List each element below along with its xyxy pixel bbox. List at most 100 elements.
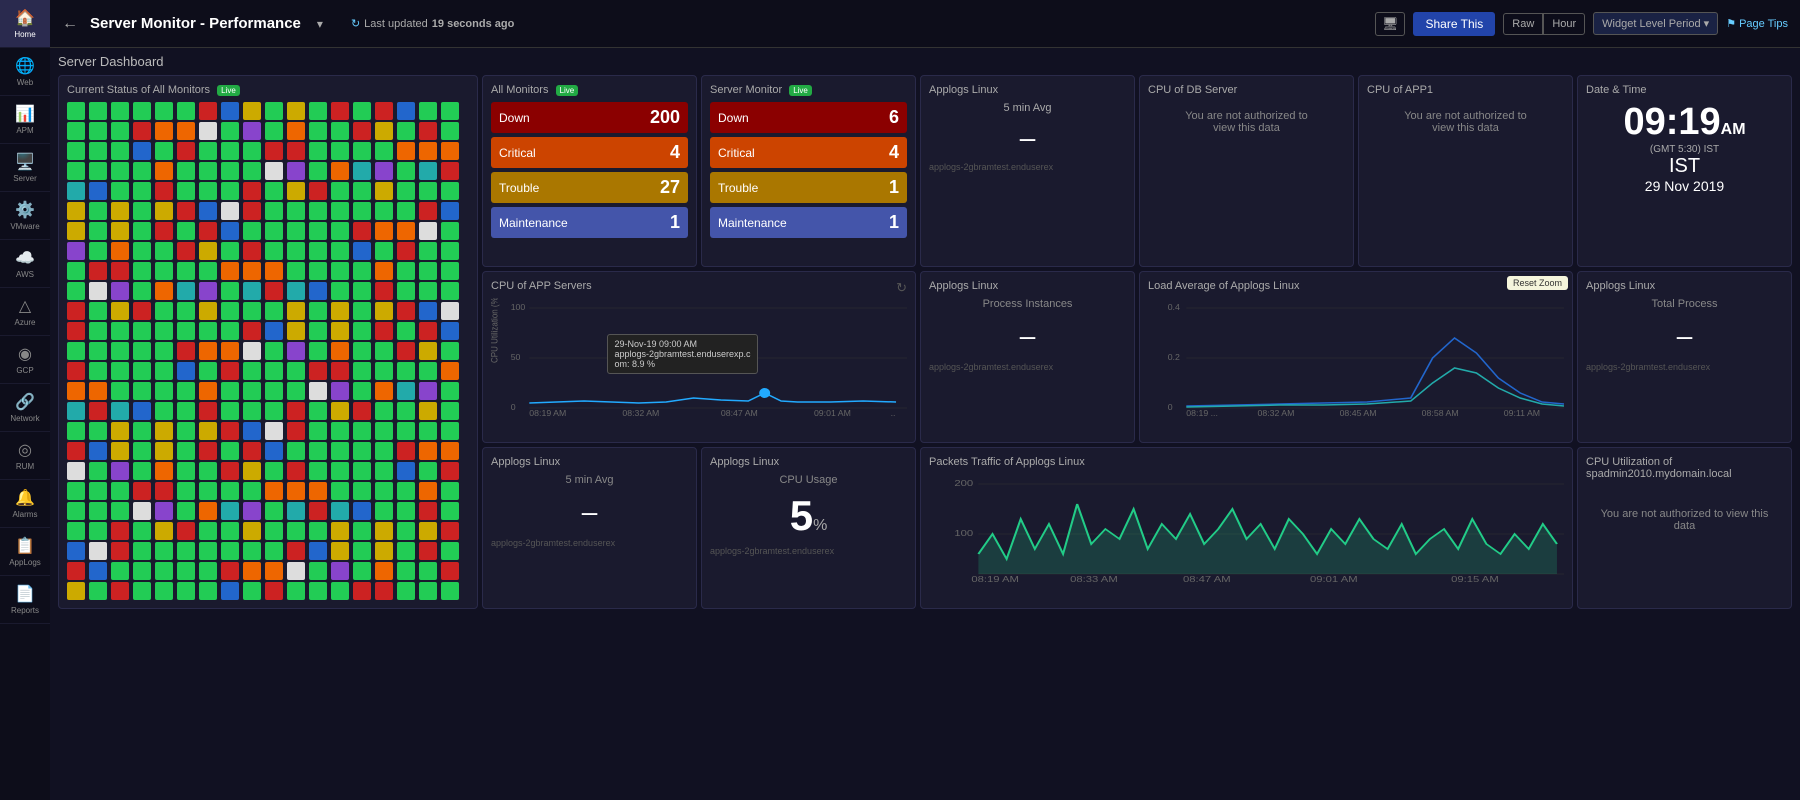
- reset-zoom-button[interactable]: Reset Zoom: [1507, 276, 1568, 290]
- monitor-dot[interactable]: [309, 422, 327, 440]
- monitor-dot[interactable]: [353, 482, 371, 500]
- monitor-dot[interactable]: [375, 342, 393, 360]
- monitor-dot[interactable]: [243, 402, 261, 420]
- monitor-dot[interactable]: [199, 542, 217, 560]
- monitor-dot[interactable]: [243, 362, 261, 380]
- monitor-dot[interactable]: [221, 442, 239, 460]
- monitor-dot[interactable]: [243, 542, 261, 560]
- monitor-dot[interactable]: [441, 422, 459, 440]
- monitor-dot[interactable]: [243, 142, 261, 160]
- monitor-dot[interactable]: [331, 442, 349, 460]
- monitor-dot[interactable]: [397, 522, 415, 540]
- sidebar-item-server[interactable]: 🖥️ Server: [0, 144, 50, 192]
- monitor-dot[interactable]: [243, 242, 261, 260]
- monitor-dot[interactable]: [133, 542, 151, 560]
- monitor-dot[interactable]: [331, 262, 349, 280]
- monitor-dot[interactable]: [309, 582, 327, 600]
- monitor-dot[interactable]: [133, 482, 151, 500]
- sidebar-item-vmware[interactable]: ⚙️ VMware: [0, 192, 50, 240]
- monitor-dot[interactable]: [353, 522, 371, 540]
- monitor-dot[interactable]: [243, 482, 261, 500]
- monitor-dot[interactable]: [133, 562, 151, 580]
- monitor-dot[interactable]: [287, 142, 305, 160]
- monitor-dot[interactable]: [309, 382, 327, 400]
- monitor-dot[interactable]: [375, 482, 393, 500]
- monitor-dot[interactable]: [221, 422, 239, 440]
- monitor-dot[interactable]: [155, 262, 173, 280]
- monitor-dot[interactable]: [111, 142, 129, 160]
- monitor-dot[interactable]: [309, 462, 327, 480]
- monitor-dot[interactable]: [133, 322, 151, 340]
- monitor-dot[interactable]: [331, 162, 349, 180]
- monitor-dot[interactable]: [89, 322, 107, 340]
- monitor-dot[interactable]: [177, 242, 195, 260]
- monitor-dot[interactable]: [441, 482, 459, 500]
- monitor-dot[interactable]: [155, 162, 173, 180]
- monitor-dot[interactable]: [331, 182, 349, 200]
- monitor-dot[interactable]: [155, 462, 173, 480]
- monitor-dot[interactable]: [243, 102, 261, 120]
- monitor-dot[interactable]: [287, 222, 305, 240]
- monitor-dot[interactable]: [243, 462, 261, 480]
- monitor-dot[interactable]: [221, 142, 239, 160]
- monitor-dot[interactable]: [155, 182, 173, 200]
- monitor-dot[interactable]: [419, 302, 437, 320]
- monitor-dot[interactable]: [133, 102, 151, 120]
- monitor-dot[interactable]: [199, 162, 217, 180]
- monitor-dot[interactable]: [331, 122, 349, 140]
- monitor-dot[interactable]: [177, 402, 195, 420]
- monitor-dot[interactable]: [331, 222, 349, 240]
- monitor-dot[interactable]: [419, 162, 437, 180]
- monitor-dot[interactable]: [177, 582, 195, 600]
- monitor-dot[interactable]: [67, 382, 85, 400]
- monitor-dot[interactable]: [67, 182, 85, 200]
- monitor-dot[interactable]: [155, 302, 173, 320]
- monitor-dot[interactable]: [441, 282, 459, 300]
- monitor-dot[interactable]: [89, 482, 107, 500]
- monitor-dot[interactable]: [419, 282, 437, 300]
- monitor-dot[interactable]: [89, 462, 107, 480]
- monitor-dot[interactable]: [287, 442, 305, 460]
- monitor-dot[interactable]: [309, 542, 327, 560]
- monitor-dot[interactable]: [353, 282, 371, 300]
- monitor-dot[interactable]: [397, 162, 415, 180]
- monitor-dot[interactable]: [265, 302, 283, 320]
- monitor-dot[interactable]: [375, 562, 393, 580]
- monitor-dot[interactable]: [177, 202, 195, 220]
- monitor-dot[interactable]: [67, 562, 85, 580]
- monitor-dot[interactable]: [353, 202, 371, 220]
- page-tips-button[interactable]: ⚑ Page Tips: [1726, 17, 1788, 30]
- monitor-dot[interactable]: [133, 122, 151, 140]
- monitor-dot[interactable]: [397, 442, 415, 460]
- monitor-dot[interactable]: [441, 382, 459, 400]
- monitor-dot[interactable]: [155, 202, 173, 220]
- monitor-dot[interactable]: [221, 282, 239, 300]
- monitor-dot[interactable]: [155, 382, 173, 400]
- monitor-dot[interactable]: [397, 482, 415, 500]
- monitor-dot[interactable]: [265, 242, 283, 260]
- monitor-dot[interactable]: [419, 142, 437, 160]
- monitor-dot[interactable]: [155, 562, 173, 580]
- monitor-dot[interactable]: [287, 282, 305, 300]
- monitor-dot[interactable]: [155, 322, 173, 340]
- monitor-dot[interactable]: [155, 222, 173, 240]
- monitor-dot[interactable]: [419, 442, 437, 460]
- monitor-dot[interactable]: [89, 362, 107, 380]
- monitor-dot[interactable]: [287, 382, 305, 400]
- monitor-dot[interactable]: [287, 522, 305, 540]
- monitor-dot[interactable]: [89, 162, 107, 180]
- monitor-dot[interactable]: [111, 562, 129, 580]
- monitor-dot[interactable]: [331, 142, 349, 160]
- monitor-dot[interactable]: [111, 102, 129, 120]
- monitor-dot[interactable]: [287, 482, 305, 500]
- monitor-dot[interactable]: [133, 382, 151, 400]
- sidebar-item-azure[interactable]: △ Azure: [0, 288, 50, 336]
- monitor-dot[interactable]: [133, 462, 151, 480]
- monitor-dot[interactable]: [353, 222, 371, 240]
- monitor-dot[interactable]: [309, 522, 327, 540]
- monitor-dot[interactable]: [111, 162, 129, 180]
- monitor-dot[interactable]: [419, 482, 437, 500]
- monitor-dot[interactable]: [397, 122, 415, 140]
- monitor-dot[interactable]: [375, 182, 393, 200]
- monitor-dot[interactable]: [111, 322, 129, 340]
